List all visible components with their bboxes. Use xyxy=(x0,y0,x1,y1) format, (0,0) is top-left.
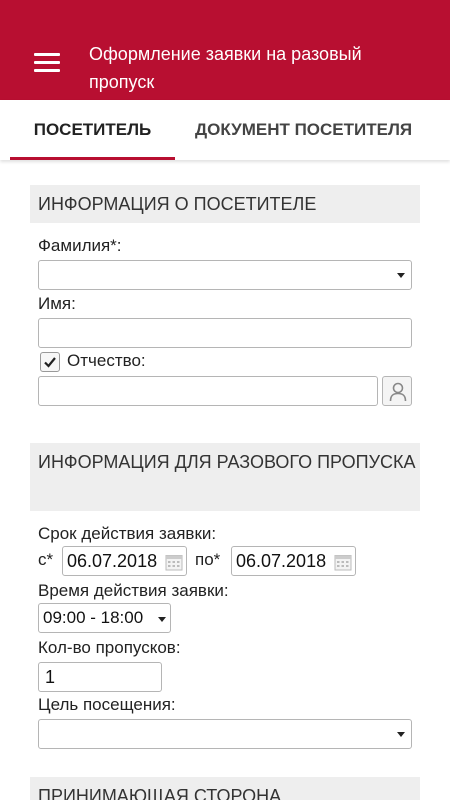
patronymic-label: Отчество: xyxy=(67,351,146,370)
user-icon xyxy=(389,382,407,402)
calendar-icon xyxy=(165,555,183,571)
chevron-down-icon xyxy=(397,273,405,278)
select-person-button[interactable] xyxy=(382,376,412,406)
chevron-down-icon xyxy=(397,732,405,737)
date-from-label: с* xyxy=(38,550,54,569)
date-to-label: по* xyxy=(195,550,221,569)
date-to-field[interactable]: 06.07.2018 xyxy=(231,546,356,576)
date-from-value: 06.07.2018 xyxy=(67,551,158,571)
date-from-field[interactable]: 06.07.2018 xyxy=(62,546,187,576)
hamburger-menu-icon[interactable] xyxy=(34,53,60,73)
section-header-visitor-info: ИНФОРМАЦИЯ О ПОСЕТИТЕЛЕ xyxy=(30,185,420,223)
first-name-label: Имя: xyxy=(38,294,76,313)
first-name-field[interactable] xyxy=(38,318,412,348)
app-bar: Оформление заявки на разовый пропуск xyxy=(0,0,450,100)
last-name-label: Фамилия*: xyxy=(38,236,122,255)
calendar-icon xyxy=(334,555,352,571)
pass-count-field[interactable]: 1 xyxy=(38,662,162,692)
page-title: Оформление заявки на разовый пропуск xyxy=(89,44,362,92)
purpose-label: Цель посещения: xyxy=(38,695,176,714)
pass-count-label: Кол-во пропусков: xyxy=(38,638,181,657)
tab-visitor-label: ПОСЕТИТЕЛЬ xyxy=(33,120,152,139)
active-tab-indicator xyxy=(10,157,175,160)
tab-visitor[interactable]: ПОСЕТИТЕЛЬ xyxy=(10,100,175,160)
tab-visitor-document-label: ДОКУМЕНТ ПОСЕТИТЕЛЯ xyxy=(195,120,413,139)
time-range-value: 09:00 - 18:00 xyxy=(43,608,144,627)
patronymic-field[interactable] xyxy=(38,376,378,406)
section-header-receiving-side: ПРИНИМАЮЩАЯ СТОРОНА xyxy=(30,777,420,800)
purpose-select[interactable] xyxy=(38,719,412,749)
validity-label: Срок действия заявки: xyxy=(38,524,217,543)
last-name-select[interactable] xyxy=(38,260,412,290)
tab-bar: ПОСЕТИТЕЛЬ ДОКУМЕНТ ПОСЕТИТЕЛЯ xyxy=(0,100,450,160)
patronymic-checkbox[interactable] xyxy=(40,352,60,372)
pass-count-value: 1 xyxy=(45,667,56,687)
section-header-pass-info: ИНФОРМАЦИЯ ДЛЯ РАЗОВОГО ПРОПУСКА xyxy=(30,443,420,511)
time-label: Время действия заявки: xyxy=(38,581,229,600)
tab-visitor-document[interactable]: ДОКУМЕНТ ПОСЕТИТЕЛЯ xyxy=(195,100,450,160)
chevron-down-icon xyxy=(158,617,166,622)
date-to-value: 06.07.2018 xyxy=(236,551,327,571)
checkmark-icon xyxy=(44,357,56,368)
time-range-select[interactable]: 09:00 - 18:00 xyxy=(38,603,171,633)
